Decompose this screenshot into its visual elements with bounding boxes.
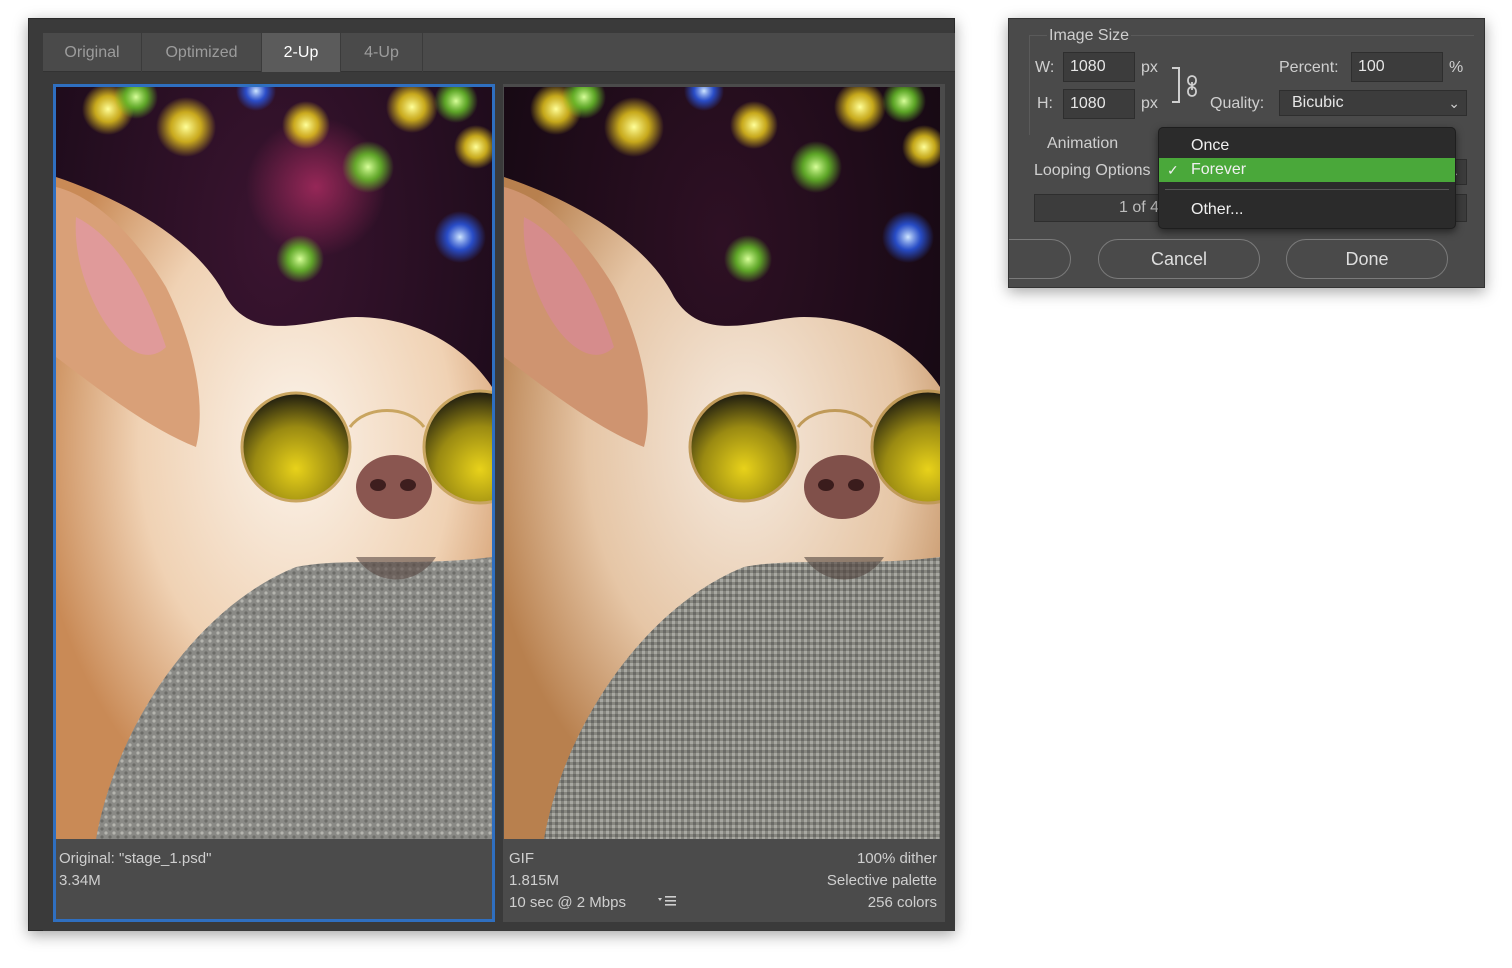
menu-item-forever-label: Forever — [1191, 161, 1247, 178]
menu-item-forever[interactable]: ✓ Forever — [1159, 158, 1455, 182]
optimized-preview-pane[interactable]: GIF 1.815M 10 sec @ 2 Mbps 100% dither S… — [503, 84, 945, 922]
height-label: H: — [1037, 95, 1053, 112]
dog-photo-original — [56, 87, 492, 839]
original-image[interactable] — [56, 87, 492, 839]
animation-title: Animation — [1047, 135, 1119, 152]
dog-photo-optimized — [504, 87, 940, 839]
image-size-title: Image Size — [1047, 27, 1132, 45]
quality-select[interactable]: Bicubic ⌄ — [1279, 90, 1467, 116]
preview-area: Original: "stage_1.psd" 3.34M GIF 1.815M… — [43, 72, 955, 931]
optimized-filesize: 1.815M — [509, 872, 560, 889]
percent-input[interactable]: 100 — [1351, 52, 1443, 82]
constrain-bracket — [1171, 67, 1183, 103]
width-label: W: — [1035, 59, 1055, 76]
done-button[interactable]: Done — [1286, 239, 1448, 279]
palette-info: Selective palette — [826, 872, 937, 889]
link-icon[interactable] — [1185, 75, 1199, 97]
partial-button[interactable]: .. — [1009, 239, 1071, 279]
quality-value: Bicubic — [1292, 94, 1344, 111]
cancel-button[interactable]: Cancel — [1098, 239, 1260, 279]
checkmark-icon: ✓ — [1167, 162, 1179, 178]
image-size-group-border — [1029, 35, 1474, 135]
looping-dropdown-menu: Once ✓ Forever Other... — [1158, 127, 1456, 229]
tab-4-up[interactable]: 4-Up — [341, 33, 423, 72]
original-filesize: 3.34M — [59, 872, 101, 889]
download-time: 10 sec @ 2 Mbps — [509, 894, 626, 911]
percent-unit: % — [1449, 59, 1464, 76]
tab-2-up[interactable]: 2-Up — [262, 33, 341, 72]
menu-separator — [1165, 189, 1449, 190]
original-filename: Original: "stage_1.psd" — [59, 850, 212, 867]
percent-label: Percent: — [1279, 59, 1339, 76]
download-speed-menu-icon[interactable] — [657, 892, 679, 912]
optimized-format: GIF — [509, 850, 534, 867]
optimized-image[interactable] — [504, 87, 940, 839]
width-unit: px — [1141, 59, 1158, 76]
menu-item-once[interactable]: Once — [1159, 134, 1455, 158]
menu-item-other[interactable]: Other... — [1159, 198, 1455, 222]
width-input[interactable]: 1080 — [1063, 52, 1135, 82]
frame-counter: 1 of 4 — [1034, 194, 1168, 222]
save-for-web-window: Original Optimized 2-Up 4-Up Original: "… — [28, 18, 955, 931]
view-tabs: Original Optimized 2-Up 4-Up — [43, 33, 955, 72]
settings-panel: Image Size W: 1080 px H: 1080 px Percent… — [1008, 18, 1485, 288]
looping-options-label: Looping Options — [1034, 162, 1151, 179]
colors-info: 256 colors — [867, 894, 937, 911]
tab-original[interactable]: Original — [43, 33, 142, 72]
height-unit: px — [1141, 95, 1158, 112]
original-preview-pane[interactable]: Original: "stage_1.psd" 3.34M — [53, 84, 495, 922]
dither-info: 100% dither — [856, 850, 937, 867]
quality-label: Quality: — [1210, 95, 1265, 112]
tab-optimized[interactable]: Optimized — [142, 33, 262, 72]
height-input[interactable]: 1080 — [1063, 89, 1135, 119]
chevron-down-icon: ⌄ — [1448, 95, 1460, 111]
